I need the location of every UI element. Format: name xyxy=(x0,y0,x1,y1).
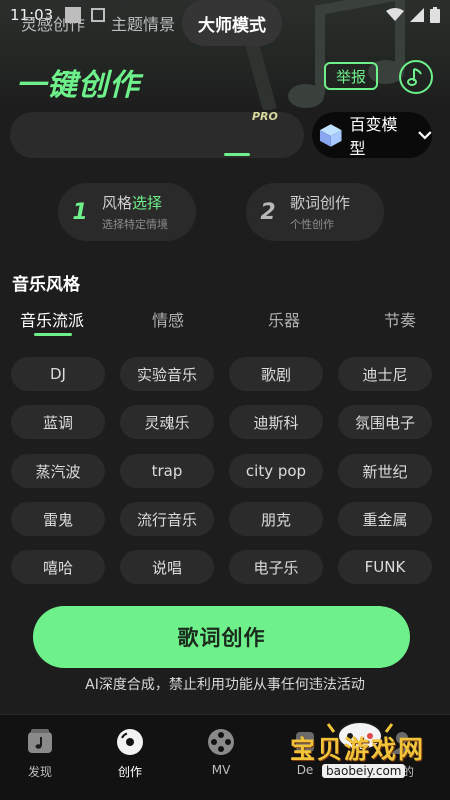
style-chip[interactable]: 重金属 xyxy=(338,502,432,536)
style-chip[interactable]: 电子乐 xyxy=(229,550,323,584)
tab-theme-scenario[interactable]: 主题情景 xyxy=(98,0,188,46)
step-title: 歌词创作 xyxy=(290,194,351,212)
page-title: 一键创作 xyxy=(16,68,140,103)
signal-icon xyxy=(410,8,424,22)
style-chip[interactable]: 新世纪 xyxy=(338,454,432,488)
tab-master-mode[interactable]: 大师模式 xyxy=(182,0,282,46)
tab-rhythm[interactable]: 节奏 xyxy=(384,307,416,331)
step-title-highlight: 选择 xyxy=(132,194,163,212)
style-chip[interactable]: city pop xyxy=(229,454,323,488)
tab-genre[interactable]: 音乐流派 xyxy=(20,307,84,331)
style-chip[interactable]: DJ xyxy=(11,357,105,391)
step-title: 风格 xyxy=(102,194,133,212)
style-chip[interactable]: 氛围电子 xyxy=(338,405,432,439)
nav-create[interactable]: 创作 xyxy=(90,715,170,800)
style-chip[interactable]: 实验音乐 xyxy=(120,357,214,391)
model-selector-label: 百变模型 xyxy=(349,115,398,158)
style-chip[interactable]: 迪士尼 xyxy=(338,357,432,391)
tab-emotion[interactable]: 情感 xyxy=(152,307,184,331)
lyrics-create-button[interactable]: 歌词创作 xyxy=(33,606,410,668)
film-reel-icon xyxy=(208,729,234,755)
nav-label: 创作 xyxy=(117,765,142,779)
wifi-icon xyxy=(386,8,404,21)
style-chip[interactable]: 歌剧 xyxy=(229,357,323,391)
nav-mv[interactable]: MV xyxy=(181,715,261,800)
step-lyrics-create[interactable]: 2 歌词创作 个性创作 xyxy=(246,183,384,241)
style-chip[interactable]: 说唱 xyxy=(120,550,214,584)
cube-icon xyxy=(319,124,342,147)
step-number: 1 xyxy=(72,199,88,225)
style-chip[interactable]: 朋克 xyxy=(229,502,323,536)
music-button[interactable] xyxy=(399,60,433,94)
ai-disclaimer: AI深度合成，禁止利用功能从事任何违法活动 xyxy=(85,677,365,693)
watermark-url: baobeiy.com xyxy=(322,764,406,778)
style-chip[interactable]: 迪斯科 xyxy=(229,405,323,439)
style-chip[interactable]: 灵魂乐 xyxy=(120,405,214,439)
style-chip[interactable]: trap xyxy=(120,454,214,488)
style-chip[interactable]: 雷鬼 xyxy=(11,502,105,536)
tab-instrument[interactable]: 乐器 xyxy=(268,307,300,331)
style-chip[interactable]: 流行音乐 xyxy=(120,502,214,536)
step-style-select[interactable]: 1 风格选择 选择特定情境 xyxy=(58,183,196,241)
battery-icon xyxy=(430,7,440,23)
pro-badge: PRO xyxy=(252,110,278,123)
disc-icon xyxy=(117,729,143,755)
style-chip[interactable]: 蓝调 xyxy=(11,405,105,439)
step-subtitle: 选择特定情境 xyxy=(102,218,168,231)
watermark: 宝贝游戏网 baobeiy.com xyxy=(280,721,440,788)
active-tab-indicator xyxy=(224,153,250,156)
style-chip[interactable]: 蒸汽波 xyxy=(11,454,105,488)
style-chip[interactable]: 嘻哈 xyxy=(11,550,105,584)
category-tab-indicator xyxy=(34,333,72,336)
tab-inspiration[interactable]: 灵感创作 xyxy=(12,0,94,46)
watermark-text: 宝贝游戏网 xyxy=(290,735,426,764)
discover-icon xyxy=(28,729,52,753)
style-chip[interactable]: FUNK xyxy=(338,550,432,584)
nav-label: 发现 xyxy=(27,765,52,779)
step-number: 2 xyxy=(260,199,276,225)
music-note-icon xyxy=(407,68,422,86)
nav-discover[interactable]: 发现 xyxy=(0,715,80,800)
model-selector-button[interactable]: 百变模型 xyxy=(312,112,432,158)
report-button[interactable]: 举报 xyxy=(324,62,378,90)
chevron-down-icon xyxy=(418,131,432,140)
section-title: 音乐风格 xyxy=(12,275,80,295)
nav-label: MV xyxy=(211,763,231,777)
step-subtitle: 个性创作 xyxy=(290,218,334,231)
